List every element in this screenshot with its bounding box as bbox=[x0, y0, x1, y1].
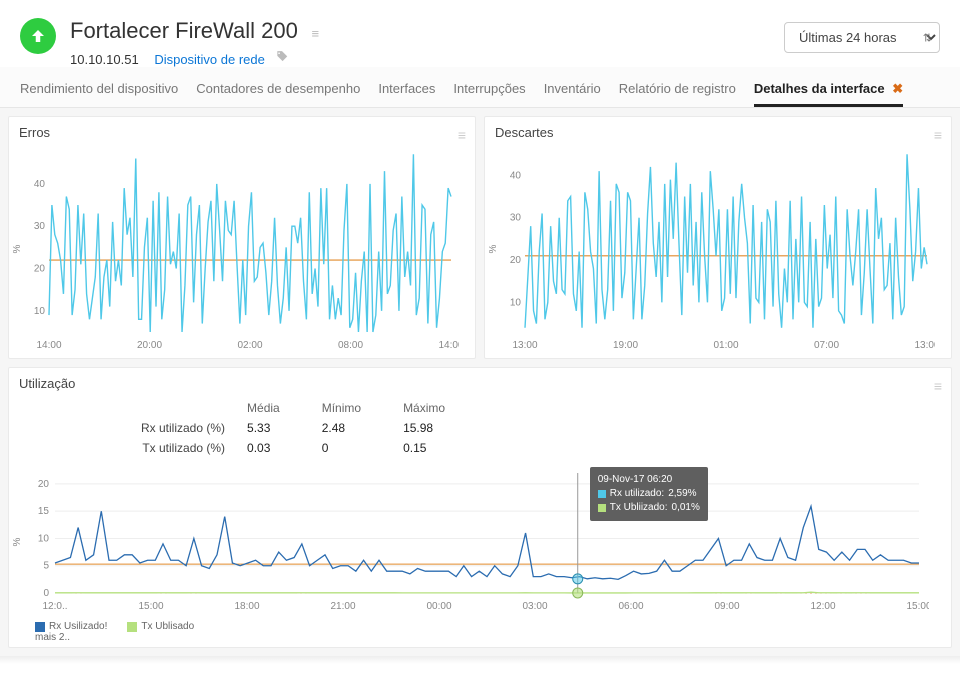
svg-text:07:00: 07:00 bbox=[814, 340, 839, 351]
svg-text:30: 30 bbox=[34, 221, 46, 232]
svg-text:20: 20 bbox=[34, 264, 46, 275]
svg-text:10: 10 bbox=[510, 297, 522, 308]
panel-discards-title: Descartes bbox=[495, 125, 941, 140]
tab-close-icon[interactable]: ✖ bbox=[889, 81, 904, 96]
svg-text:19:00: 19:00 bbox=[613, 340, 638, 351]
svg-text:12:00: 12:00 bbox=[810, 601, 835, 612]
svg-text:0: 0 bbox=[43, 588, 49, 599]
ylabel: % bbox=[12, 245, 23, 254]
tab-inventário[interactable]: Inventário bbox=[544, 81, 601, 107]
utilization-legend: Rx Usilizado! Tx Ublisado bbox=[19, 617, 941, 632]
row-label: Tx utilizado (%) bbox=[141, 439, 245, 457]
panel-discards: Descartes ≡ % 10 20 30 40 13:00 19:00 01:00 07:… bbox=[484, 116, 952, 359]
page-title: Fortalecer FireWall 200 bbox=[70, 18, 298, 44]
svg-text:09:00: 09:00 bbox=[714, 601, 739, 612]
title-menu-icon[interactable]: ≡ bbox=[311, 26, 319, 41]
table-row: Tx utilizado (%) 0.03 0 0.15 bbox=[141, 439, 485, 457]
legend-more-link[interactable]: mais 2.. bbox=[19, 632, 941, 643]
panel-utilization-title: Utilização bbox=[19, 376, 941, 391]
svg-text:01:00: 01:00 bbox=[713, 340, 738, 351]
chart-errors: 10 20 30 40 14:00 20:00 02:00 08:00 14:00 bbox=[19, 144, 459, 354]
legend-item[interactable]: Tx Ublisado bbox=[127, 621, 194, 632]
svg-text:00:00: 00:00 bbox=[426, 601, 451, 612]
tag-icon[interactable] bbox=[275, 50, 289, 67]
svg-text:06:00: 06:00 bbox=[618, 601, 643, 612]
tab-interrupções[interactable]: Interrupções bbox=[453, 81, 525, 107]
svg-text:02:00: 02:00 bbox=[237, 340, 262, 351]
panel-discards-menu-icon[interactable]: ≡ bbox=[934, 127, 941, 143]
svg-text:5: 5 bbox=[43, 561, 49, 572]
panel-errors-title: Erros bbox=[19, 125, 465, 140]
stats-header-max: Máximo bbox=[403, 399, 485, 417]
tab-interfaces[interactable]: Interfaces bbox=[378, 81, 435, 107]
svg-text:21:00: 21:00 bbox=[330, 601, 355, 612]
svg-text:30: 30 bbox=[510, 213, 522, 224]
ylabel: % bbox=[12, 538, 23, 547]
chart-utilization: 0 5 10 15 20 12:0.. 15:00 18:00 21:00 00:00 03:00 0… bbox=[19, 467, 929, 617]
svg-text:20:00: 20:00 bbox=[137, 340, 162, 351]
svg-text:15:00: 15:00 bbox=[138, 601, 163, 612]
svg-text:40: 40 bbox=[34, 179, 46, 190]
svg-text:14:00: 14:00 bbox=[438, 340, 459, 351]
svg-text:20: 20 bbox=[510, 255, 522, 266]
svg-text:13:00: 13:00 bbox=[512, 340, 537, 351]
stats-header-min: Mínimo bbox=[322, 399, 401, 417]
row-label: Rx utilizado (%) bbox=[141, 419, 245, 437]
table-row: Rx utilizado (%) 5.33 2.48 15.98 bbox=[141, 419, 485, 437]
svg-text:13:00: 13:00 bbox=[914, 340, 935, 351]
svg-text:20: 20 bbox=[38, 479, 50, 490]
tab-contadores-de-desempenho[interactable]: Contadores de desempenho bbox=[196, 81, 360, 107]
tab-detalhes-da-interface[interactable]: Detalhes da interface ✖ bbox=[754, 81, 903, 107]
chart-discards: 10 20 30 40 13:00 19:00 01:00 07:00 13:00 bbox=[495, 144, 935, 354]
utilization-stats-table: Média Mínimo Máximo Rx utilizado (%) 5.3… bbox=[139, 397, 487, 459]
stats-header-mean: Média bbox=[247, 399, 320, 417]
panel-utilization-menu-icon[interactable]: ≡ bbox=[934, 378, 941, 394]
tab-relatório-de-registro[interactable]: Relatório de registro bbox=[619, 81, 736, 107]
tabs: Rendimiento del dispositivo Contadores de… bbox=[0, 67, 960, 108]
svg-text:03:00: 03:00 bbox=[522, 601, 547, 612]
panel-utilization: Utilização ≡ Média Mínimo Máximo Rx util… bbox=[8, 367, 952, 648]
status-up-icon bbox=[20, 18, 56, 54]
svg-text:10: 10 bbox=[38, 533, 50, 544]
tab-rendimiento-del-dispositivo[interactable]: Rendimiento del dispositivo bbox=[20, 81, 178, 107]
time-range-select[interactable]: Últimas 24 horas bbox=[784, 22, 940, 53]
svg-text:14:00: 14:00 bbox=[36, 340, 61, 351]
panel-errors-menu-icon[interactable]: ≡ bbox=[458, 127, 465, 143]
svg-text:40: 40 bbox=[510, 170, 522, 181]
svg-text:08:00: 08:00 bbox=[338, 340, 363, 351]
header: Fortalecer FireWall 200 ≡ 10.10.10.51 Di… bbox=[0, 0, 960, 67]
legend-item[interactable]: Rx Usilizado! bbox=[35, 621, 107, 632]
svg-text:12:0..: 12:0.. bbox=[42, 601, 67, 612]
time-range-select-wrap: Últimas 24 horas bbox=[784, 22, 940, 53]
panel-errors: Erros ≡ % 10 20 30 40 14:00 20:00 02:00 08:00 14… bbox=[8, 116, 476, 359]
device-type-link[interactable]: Dispositivo de rede bbox=[154, 52, 265, 67]
ylabel: % bbox=[488, 245, 499, 254]
svg-text:18:00: 18:00 bbox=[234, 601, 259, 612]
svg-text:15:00: 15:00 bbox=[906, 601, 929, 612]
content: Erros ≡ % 10 20 30 40 14:00 20:00 02:00 08:00 14… bbox=[0, 108, 960, 656]
device-ip: 10.10.10.51 bbox=[70, 52, 139, 67]
svg-text:15: 15 bbox=[38, 506, 50, 517]
svg-text:10: 10 bbox=[34, 306, 46, 317]
